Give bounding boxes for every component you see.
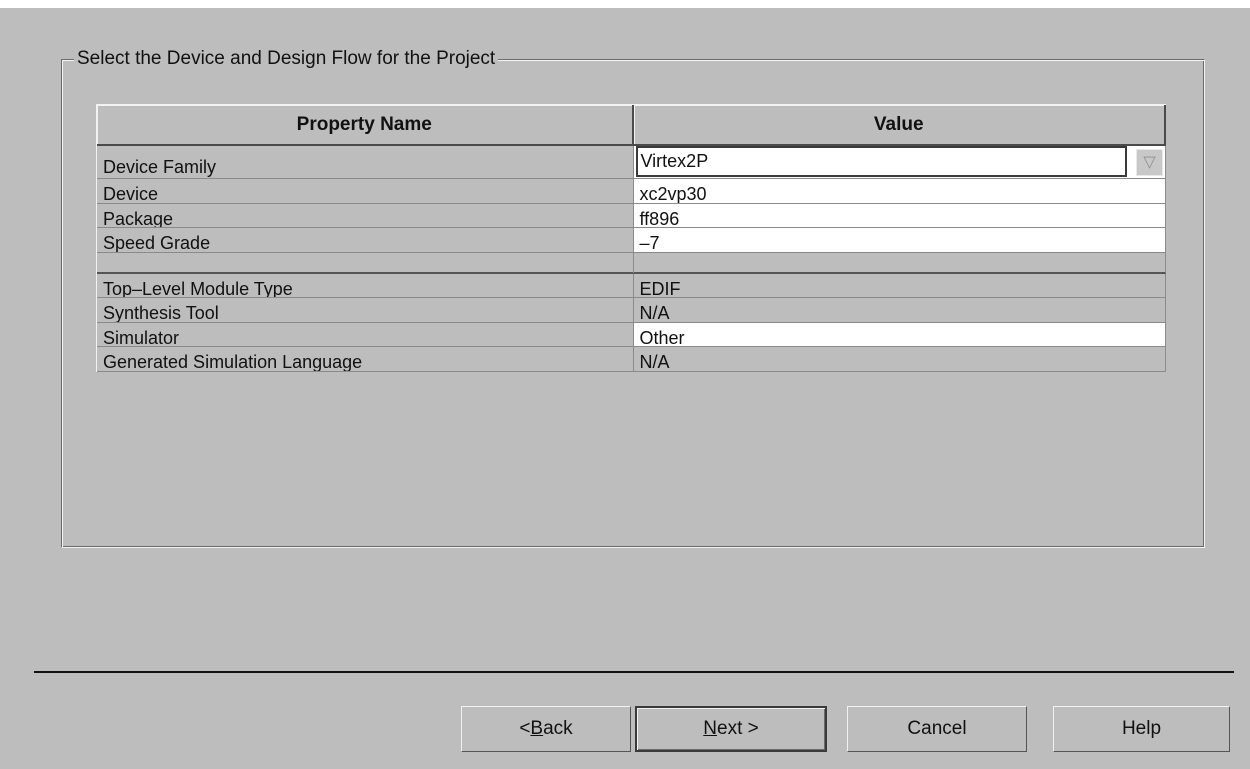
separator-cell <box>97 252 634 274</box>
table-row: Generated Simulation Language N/A <box>97 347 1166 372</box>
property-name-cell[interactable]: Synthesis Tool <box>97 298 634 323</box>
back-button-rest: ack <box>543 718 573 739</box>
group-title: Select the Device and Design Flow for th… <box>74 48 499 70</box>
device-family-value[interactable]: Virtex2P <box>635 146 1127 177</box>
property-name-cell[interactable]: Top–Level Module Type <box>97 273 634 298</box>
table-row: Synthesis Tool N/A <box>97 298 1166 323</box>
back-button-mnemonic: B <box>530 718 544 739</box>
back-button-prefix: < <box>519 718 531 739</box>
table-row: Speed Grade –7 <box>97 228 1166 253</box>
next-button-mnemonic: N <box>703 718 717 739</box>
table-row: Package ff896 <box>97 203 1166 228</box>
property-name-cell[interactable]: Simulator <box>97 322 634 347</box>
column-header-value[interactable]: Value <box>633 105 1166 146</box>
property-name-cell[interactable]: Device <box>97 179 634 204</box>
back-button[interactable]: < Back <box>461 706 631 752</box>
property-value-cell[interactable]: Other <box>633 322 1166 347</box>
property-name-cell[interactable]: Device Family <box>97 146 634 179</box>
property-value-cell[interactable]: –7 <box>633 228 1166 253</box>
cancel-button[interactable]: Cancel <box>847 706 1027 752</box>
next-button[interactable]: Next > <box>635 706 827 752</box>
property-name-cell[interactable]: Generated Simulation Language <box>97 347 634 372</box>
property-value-cell[interactable]: N/A <box>633 347 1166 372</box>
property-table: Property Name Value Device Family Virtex… <box>96 104 1166 372</box>
separator-cell <box>633 252 1166 274</box>
chevron-down-icon[interactable]: ▽ <box>1136 149 1163 176</box>
property-value-cell[interactable]: N/A <box>633 298 1166 323</box>
property-value-cell[interactable]: xc2vp30 <box>633 179 1166 204</box>
table-row: Device xc2vp30 <box>97 179 1166 204</box>
table-row: Simulator Other <box>97 322 1166 347</box>
button-divider <box>34 671 1234 673</box>
property-value-cell[interactable]: ff896 <box>633 203 1166 228</box>
column-header-property-name[interactable]: Property Name <box>97 105 634 146</box>
next-button-rest: ext > <box>717 718 759 739</box>
property-value-cell[interactable]: EDIF <box>633 273 1166 298</box>
device-family-dropdown[interactable]: Virtex2P ▽ <box>633 146 1166 179</box>
help-button[interactable]: Help <box>1053 706 1230 752</box>
table-header: Property Name Value <box>97 105 1166 146</box>
table-row: Top–Level Module Type EDIF <box>97 273 1166 298</box>
property-name-cell[interactable]: Speed Grade <box>97 228 634 253</box>
table-row: Device Family Virtex2P ▽ <box>97 146 1166 179</box>
property-name-cell[interactable]: Package <box>97 203 634 228</box>
table-separator-row <box>97 252 1166 274</box>
